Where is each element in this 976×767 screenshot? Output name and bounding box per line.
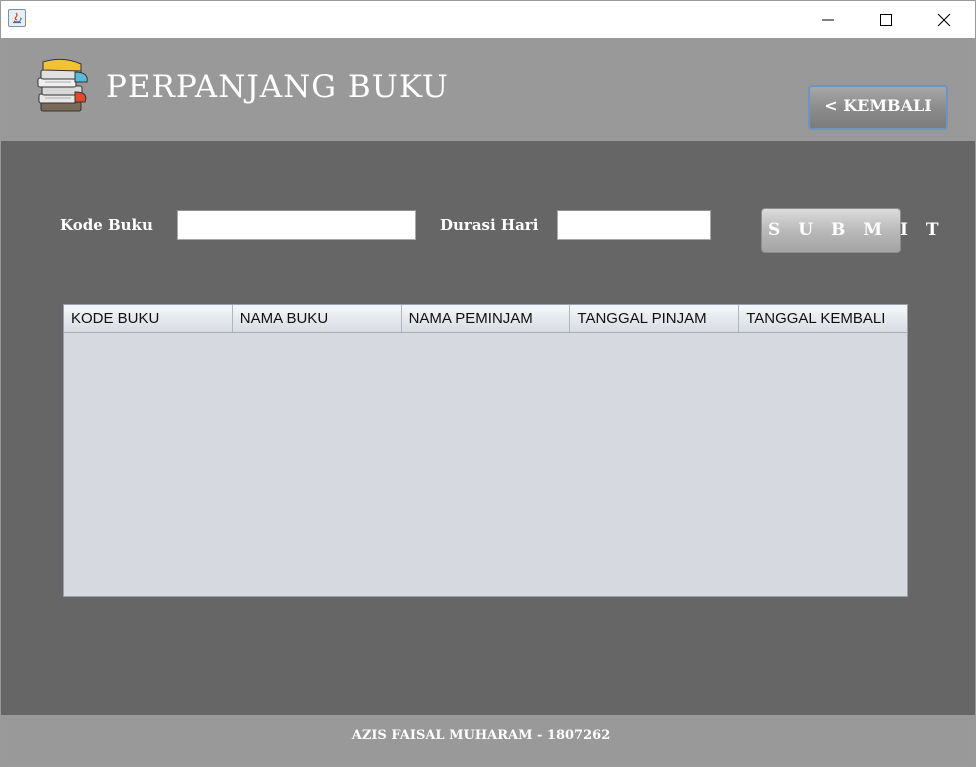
loan-table[interactable]: KODE BUKU NAMA BUKU NAMA PEMINJAM TANGGA… (63, 304, 908, 597)
column-header-tanggal-pinjam[interactable]: TANGGAL PINJAM (570, 305, 740, 332)
close-button[interactable] (915, 1, 973, 38)
app-window: PERPANJANG BUKU < KEMBALI Kode Buku Dura… (0, 0, 976, 767)
header-bar: PERPANJANG BUKU < KEMBALI (1, 38, 975, 141)
column-header-tanggal-kembali[interactable]: TANGGAL KEMBALI (739, 305, 907, 332)
column-header-kode-buku[interactable]: KODE BUKU (64, 305, 233, 332)
submit-button[interactable]: S U B M I T (761, 208, 938, 253)
minimize-icon (822, 19, 834, 21)
footer-bar: AZIS FAISAL MUHARAM - 1807262 (1, 715, 975, 766)
maximize-button[interactable] (857, 1, 915, 38)
books-stack-icon (37, 58, 88, 112)
minimize-button[interactable] (799, 1, 857, 38)
back-button[interactable]: < KEMBALI (808, 85, 948, 130)
maximize-icon (880, 14, 892, 26)
table-header: KODE BUKU NAMA BUKU NAMA PEMINJAM TANGGA… (64, 305, 907, 333)
column-header-nama-peminjam[interactable]: NAMA PEMINJAM (401, 305, 571, 332)
durasi-hari-input[interactable] (557, 210, 711, 240)
title-bar (1, 1, 975, 38)
close-icon (937, 13, 951, 27)
kode-buku-label: Kode Buku (60, 216, 153, 234)
durasi-hari-label: Durasi Hari (440, 216, 539, 234)
java-icon (8, 9, 26, 27)
table-body[interactable] (64, 333, 907, 596)
kode-buku-input[interactable] (177, 210, 416, 240)
column-header-nama-buku[interactable]: NAMA BUKU (232, 305, 402, 332)
footer-credit: AZIS FAISAL MUHARAM - 1807262 (351, 728, 611, 743)
page-title: PERPANJANG BUKU (106, 69, 449, 105)
